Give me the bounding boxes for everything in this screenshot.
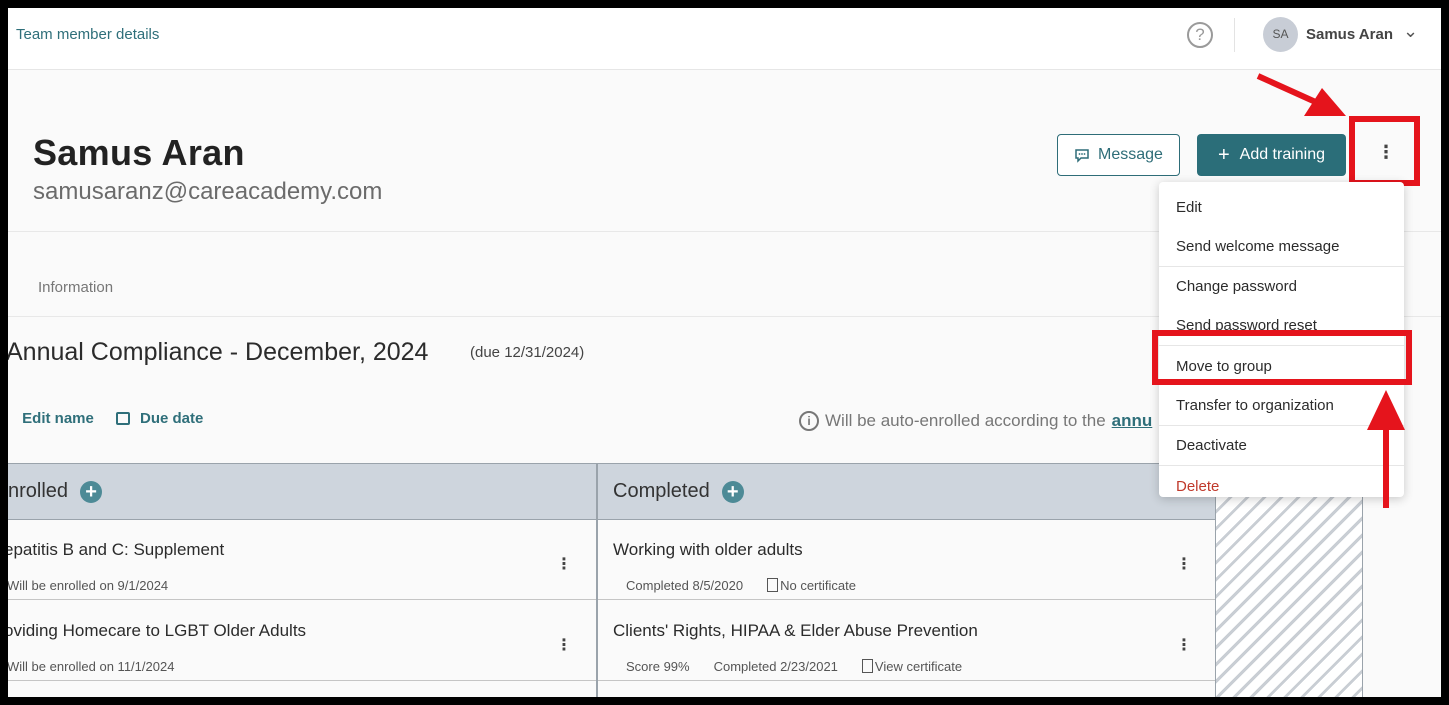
enroll-date: Will be enrolled on 9/1/2024 [8, 578, 169, 593]
menu-item-delete[interactable]: Delete [1176, 478, 1219, 495]
annotation-highlight-box [1152, 330, 1412, 385]
top-bar: Team member details ? SA Samus Aran ⌄ [8, 8, 1441, 70]
message-label: Message [1098, 146, 1163, 163]
certificate-status: No certificate [767, 578, 856, 593]
table-row [8, 682, 596, 697]
column-divider [596, 463, 598, 697]
course-title: Working with older adults [613, 540, 803, 559]
due-date-link[interactable]: Due date [116, 410, 203, 427]
breadcrumb[interactable]: Team member details [16, 26, 159, 43]
menu-divider [1159, 425, 1404, 426]
view-certificate-link[interactable]: View certificate [861, 659, 962, 674]
page-title: Samus Aran [33, 132, 245, 173]
completed-header-label: Completed [613, 480, 710, 502]
section-title: Annual Compliance - December, 2024 [8, 338, 429, 366]
add-training-label: Add training [1239, 146, 1326, 163]
row-more-icon[interactable]: ⋮ [1176, 554, 1192, 574]
document-icon [861, 659, 873, 673]
annotation-highlight-box [1349, 116, 1420, 186]
course-title: epatitis B and C: Supplement [8, 540, 225, 559]
menu-item-send-welcome[interactable]: Send welcome message [1176, 238, 1339, 255]
message-button[interactable]: Message [1057, 134, 1180, 176]
plus-icon: + [1217, 143, 1230, 166]
add-completed-icon[interactable]: + [721, 480, 744, 503]
menu-item-deactivate[interactable]: Deactivate [1176, 437, 1247, 454]
table-row[interactable]: oviding Homecare to LGBT Older Adults Wi… [8, 601, 596, 681]
auto-note-text: Will be auto-enrolled according to the [825, 411, 1106, 430]
course-title: Clients' Rights, HIPAA & Elder Abuse Pre… [613, 621, 978, 640]
course-title: oviding Homecare to LGBT Older Adults [8, 621, 307, 640]
edit-name-label: Edit name [22, 410, 94, 427]
auto-enroll-note: i Will be auto-enrolled according to the… [799, 411, 1152, 431]
calendar-icon [116, 412, 130, 425]
hatched-column [1215, 463, 1363, 697]
tab-information[interactable]: Information [38, 279, 113, 296]
add-enrolled-icon[interactable]: + [80, 480, 103, 503]
chevron-down-icon[interactable]: ⌄ [1403, 21, 1418, 42]
edit-name-link[interactable]: ℓ Edit name [8, 410, 94, 427]
menu-item-transfer[interactable]: Transfer to organization [1176, 397, 1334, 414]
menu-divider [1159, 465, 1404, 466]
due-date-label: Due date [140, 410, 204, 427]
table-row[interactable]: Working with older adults Completed 8/5/… [598, 520, 1215, 600]
completed-date: Completed 2/23/2021 [713, 659, 838, 674]
user-email: samusaranz@careacademy.com [33, 178, 383, 205]
row-more-icon[interactable]: ⋮ [1176, 635, 1192, 655]
enrolled-header-label: nrolled [8, 480, 69, 502]
divider [1234, 18, 1235, 52]
row-more-icon[interactable]: ⋮ [556, 635, 572, 655]
question-circle-icon[interactable]: ? [1187, 22, 1213, 48]
document-icon [767, 578, 779, 592]
menu-item-edit[interactable]: Edit [1176, 199, 1202, 216]
avatar[interactable]: SA [1263, 17, 1298, 52]
table-row[interactable]: Clients' Rights, HIPAA & Elder Abuse Pre… [598, 601, 1215, 681]
chat-icon [1075, 148, 1089, 163]
table-row[interactable]: epatitis B and C: Supplement Will be enr… [8, 520, 596, 600]
enrolled-column-header: nrolled + [8, 463, 596, 520]
course-meta: Completed 8/5/2020 No certificate [626, 578, 856, 593]
add-training-button[interactable]: + Add training [1197, 134, 1346, 176]
info-icon: i [799, 411, 819, 431]
enroll-date: Will be enrolled on 11/1/2024 [8, 659, 175, 674]
row-more-icon[interactable]: ⋮ [556, 554, 572, 574]
auto-enroll-link[interactable]: annu [1112, 411, 1153, 431]
user-name[interactable]: Samus Aran [1306, 26, 1393, 43]
section-due-date: (due 12/31/2024) [470, 344, 585, 361]
course-meta: Score 99% Completed 2/23/2021 View certi… [626, 659, 962, 674]
menu-divider [1159, 266, 1404, 267]
app-frame: Team member details ? SA Samus Aran ⌄ Sa… [8, 8, 1441, 697]
completed-column-header: Completed + [598, 463, 1215, 520]
score: Score 99% [626, 659, 690, 674]
table-row [598, 682, 1215, 697]
completed-date: Completed 8/5/2020 [626, 578, 744, 593]
menu-item-change-password[interactable]: Change password [1176, 278, 1297, 295]
